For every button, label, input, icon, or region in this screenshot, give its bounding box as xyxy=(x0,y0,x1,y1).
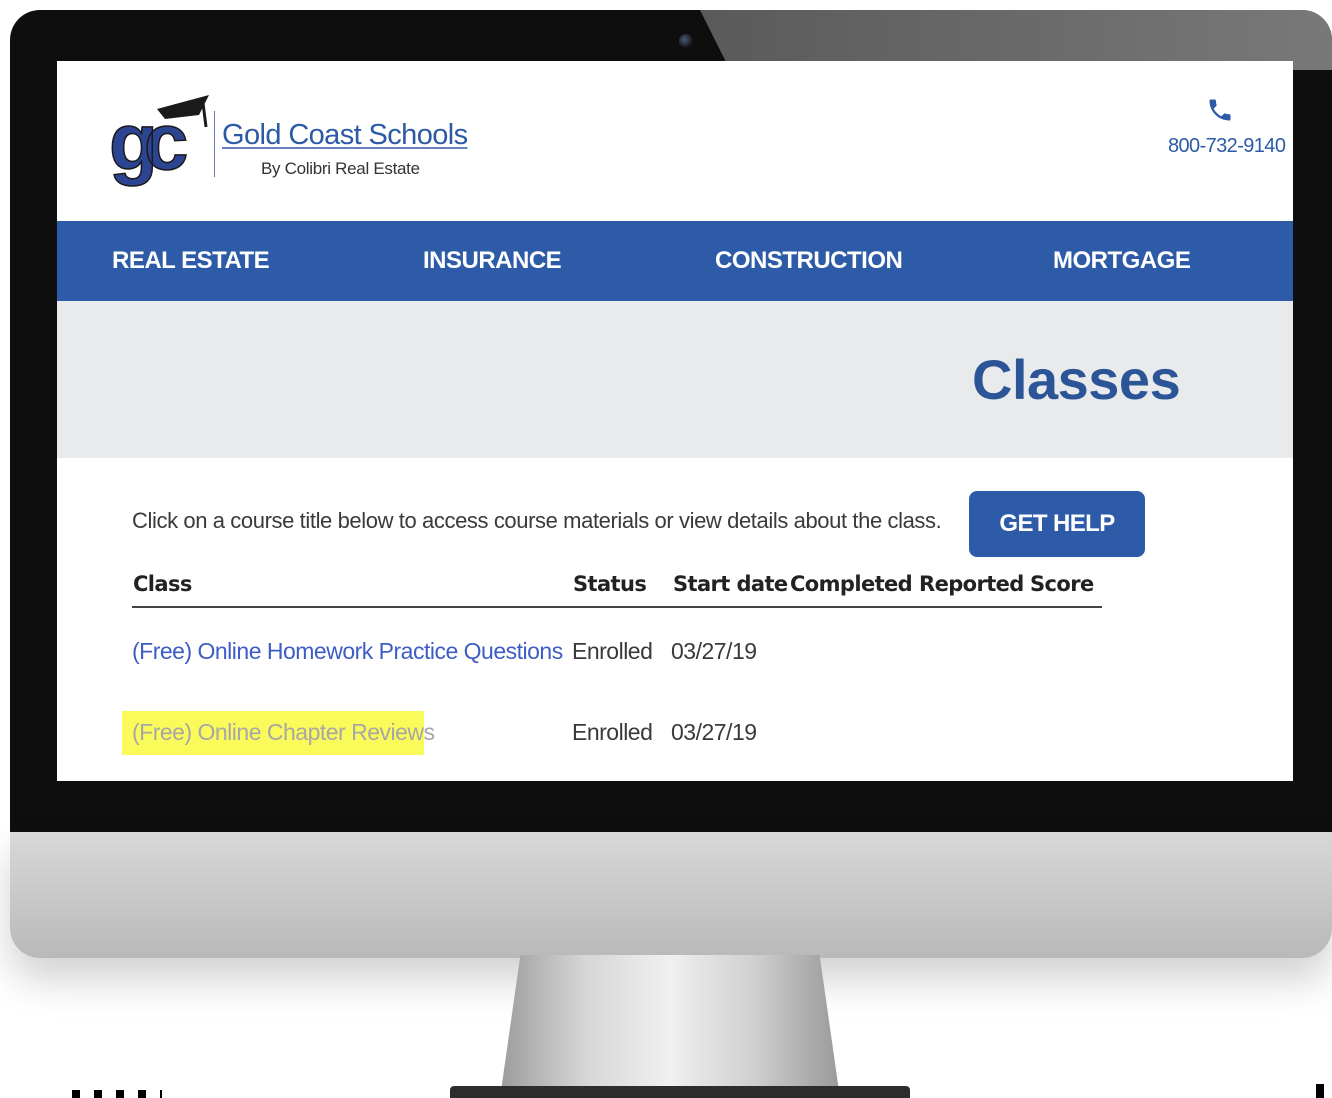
column-header-reported: Reported xyxy=(919,572,1024,596)
status-cell: Enrolled xyxy=(572,719,653,745)
table-row: (Free) Online Homework Practice Question… xyxy=(132,630,1102,674)
cropped-text-fragment xyxy=(72,1090,162,1098)
header-divider xyxy=(132,606,1102,608)
gold-coast-logo[interactable]: gc xyxy=(109,89,213,193)
column-header-class: Class xyxy=(133,572,192,596)
site-header: gc Gold Coast Schools By Colibri Real Es… xyxy=(57,61,1293,221)
monitor-chin xyxy=(10,832,1332,958)
monitor-stand xyxy=(500,955,840,1098)
phone-icon[interactable] xyxy=(1206,95,1234,125)
monitor-stand-base xyxy=(450,1086,910,1098)
instructions-text: Click on a course title below to access … xyxy=(132,508,942,533)
status-cell: Enrolled xyxy=(572,638,653,664)
column-header-score: Score xyxy=(1030,572,1094,596)
start-date-cell: 03/27/19 xyxy=(671,719,757,745)
column-header-completed: Completed xyxy=(790,572,913,596)
page-banner: Classes xyxy=(57,301,1293,458)
table-row: (Free) Online Chapter Reviews Enrolled 0… xyxy=(122,711,1102,755)
course-title-link[interactable]: (Free) Online Homework Practice Question… xyxy=(132,638,563,665)
get-help-button[interactable]: GET HELP xyxy=(969,491,1145,557)
screen: gc Gold Coast Schools By Colibri Real Es… xyxy=(57,61,1293,781)
main-navbar: REAL ESTATE INSURANCE CONSTRUCTION MORTG… xyxy=(57,221,1293,301)
column-header-start-date: Start date xyxy=(673,572,788,596)
start-date-cell: 03/27/19 xyxy=(671,638,757,664)
course-title-link[interactable]: (Free) Online Chapter Reviews xyxy=(132,719,435,746)
nav-item-construction[interactable]: CONSTRUCTION xyxy=(715,247,903,275)
nav-item-real-estate[interactable]: REAL ESTATE xyxy=(112,247,270,275)
camera-icon xyxy=(679,34,693,48)
phone-number[interactable]: 800-732-9140 xyxy=(1168,135,1286,158)
cropped-text-fragment xyxy=(1316,1084,1324,1098)
brand-subtitle: By Colibri Real Estate xyxy=(261,159,420,178)
brand-name[interactable]: Gold Coast Schools xyxy=(222,119,468,152)
column-header-status: Status xyxy=(573,572,647,596)
page-title: Classes xyxy=(972,348,1181,411)
nav-item-insurance[interactable]: INSURANCE xyxy=(423,247,562,275)
brand-divider xyxy=(214,111,215,177)
nav-item-mortgage[interactable]: MORTGAGE xyxy=(1053,247,1191,275)
